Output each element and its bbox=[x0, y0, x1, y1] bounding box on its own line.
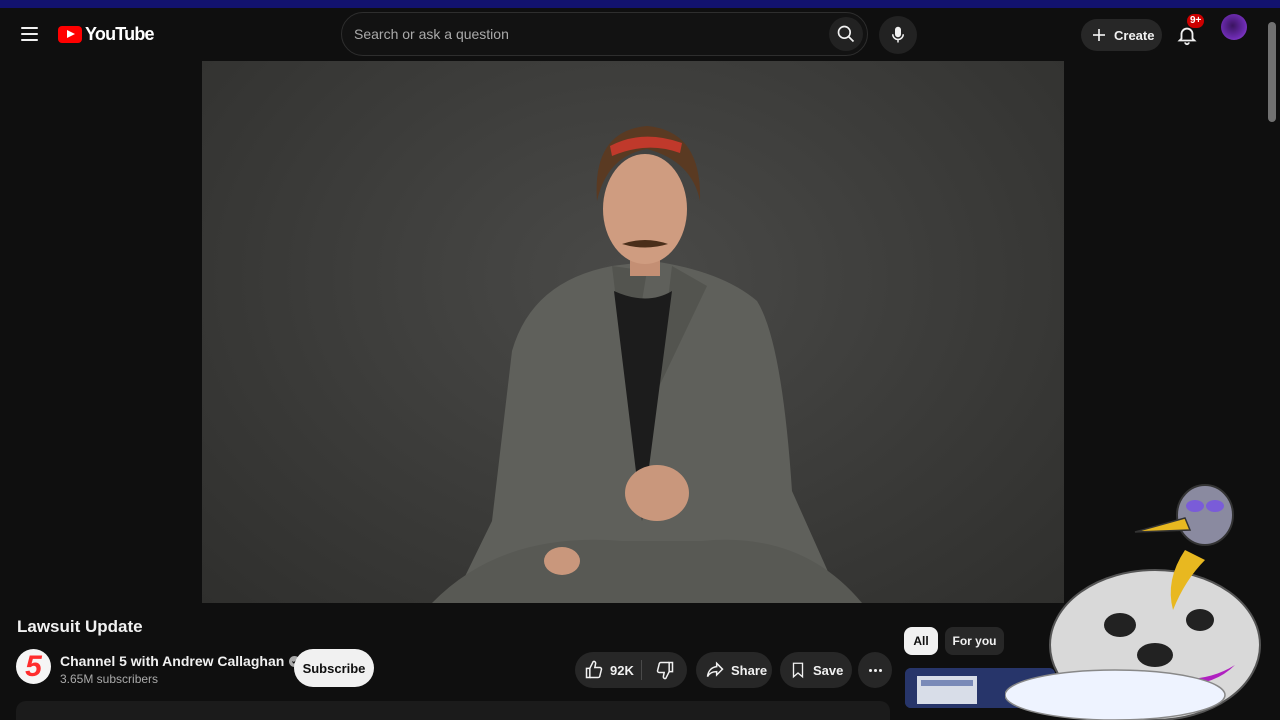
bookmark-icon bbox=[792, 662, 804, 679]
chip-all[interactable]: All bbox=[904, 627, 938, 655]
channel-name[interactable]: Channel 5 with Andrew Callaghan bbox=[60, 653, 284, 669]
description-box[interactable] bbox=[16, 701, 890, 720]
video-title: Lawsuit Update bbox=[17, 617, 143, 636]
share-icon bbox=[706, 661, 724, 678]
channel-avatar-number: 5 bbox=[25, 650, 42, 683]
page-scrollbar[interactable] bbox=[1268, 22, 1276, 122]
subscribe-button[interactable]: Subscribe bbox=[294, 649, 374, 687]
voice-search-button[interactable] bbox=[879, 16, 917, 54]
share-label: Share bbox=[731, 662, 768, 678]
youtube-logo[interactable]: YouTube bbox=[58, 24, 155, 45]
create-button[interactable]: Create bbox=[1081, 19, 1162, 51]
search-box bbox=[341, 12, 868, 56]
search-icon bbox=[837, 25, 855, 43]
channel-name-row: Channel 5 with Andrew Callaghan bbox=[60, 653, 301, 669]
thumbs-up-icon bbox=[585, 660, 603, 679]
save-button[interactable]: Save bbox=[780, 652, 852, 688]
like-count: 92K bbox=[610, 662, 634, 678]
share-button[interactable]: Share bbox=[696, 652, 772, 688]
logo-text: YouTube bbox=[85, 24, 155, 44]
more-actions-button[interactable] bbox=[858, 652, 892, 688]
notification-badge: 9+ bbox=[1187, 14, 1205, 28]
save-label: Save bbox=[813, 662, 844, 678]
channel-avatar[interactable]: 5 bbox=[16, 649, 51, 684]
video-player[interactable] bbox=[202, 61, 1064, 603]
cartoon-overlay-image bbox=[1004, 470, 1280, 720]
video-frame-image bbox=[432, 126, 862, 603]
like-button[interactable]: 92K bbox=[575, 652, 641, 688]
subscriber-count: 3.65M subscribers bbox=[60, 672, 159, 686]
microphone-icon bbox=[892, 26, 904, 43]
masthead: YouTube Create bbox=[0, 8, 1280, 62]
like-dislike-group: 92K bbox=[575, 652, 687, 688]
search-input[interactable] bbox=[354, 13, 814, 55]
chip-for-you[interactable]: For you bbox=[945, 627, 1004, 655]
play-logo-icon bbox=[58, 26, 82, 43]
top-strip bbox=[0, 0, 1280, 8]
create-label: Create bbox=[1114, 27, 1155, 43]
dislike-button[interactable] bbox=[642, 652, 687, 688]
search-button[interactable] bbox=[829, 17, 863, 51]
menu-icon[interactable] bbox=[14, 19, 44, 49]
account-avatar[interactable] bbox=[1221, 14, 1247, 40]
plus-icon bbox=[1093, 29, 1105, 41]
thumbs-down-icon bbox=[656, 661, 673, 680]
